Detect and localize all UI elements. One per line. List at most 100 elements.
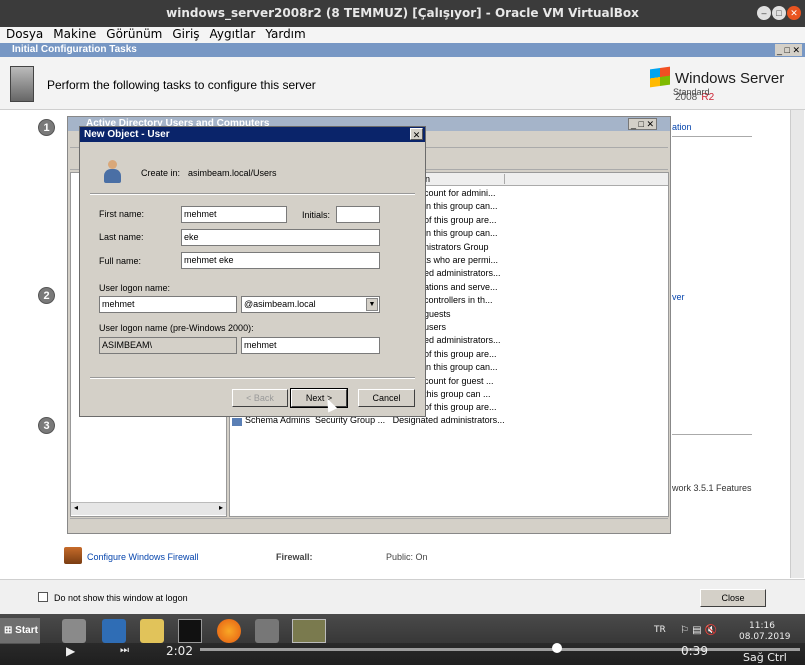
seek-handle[interactable] [552,643,562,653]
menu-yardim[interactable]: Yardım [265,27,305,41]
list-item[interactable]: ed administrators... [424,334,501,347]
server-manager-icon[interactable] [62,619,86,643]
hover-time: 0:39 [681,644,708,658]
list-item[interactable]: ed administrators... [424,267,501,280]
firewall-icon [64,547,82,564]
menu-aygitlar[interactable]: Aygıtlar [210,27,256,41]
last-name-label: Last name: [99,232,144,242]
ict-scrollbar[interactable] [790,110,804,578]
cancel-button[interactable]: Cancel [358,389,415,407]
list-item[interactable]: of this group are... [424,214,497,227]
list-item[interactable]: users [424,321,446,334]
dialog-title: New Object - User [84,129,170,140]
windows-flag-icon [650,66,670,88]
ict-title-bar: Initial Configuration Tasks [0,43,805,57]
pre2000-name-field[interactable]: mehmet [241,337,380,354]
start-label: Start [15,625,38,636]
server-icon[interactable] [255,619,279,643]
maximize-icon[interactable]: □ [772,6,786,20]
dont-show-checkbox[interactable] [38,592,48,602]
create-in-label: Create in: [141,168,181,178]
ict-heading: Perform the following tasks to configure… [47,78,316,92]
powershell-icon[interactable] [102,619,126,643]
logon-name-field[interactable]: mehmet [99,296,237,313]
windows-logo-icon: ⊞ [4,625,13,636]
user-icon [103,160,121,184]
dialog-title-bar: New Object - User [80,127,425,142]
ad-users-icon[interactable] [292,619,326,643]
list-item[interactable]: nistrators Group [424,241,489,254]
explorer-icon[interactable] [140,619,164,643]
host-key: Sağ Ctrl [743,651,787,664]
menu-gorunum[interactable]: Görünüm [106,27,162,41]
configure-firewall-link[interactable]: Configure Windows Firewall [87,552,199,562]
logo-edition: Standard [673,87,710,97]
first-name-field[interactable]: mehmet [181,206,287,223]
start-button[interactable]: ⊞ Start [0,618,40,644]
list-item[interactable]: in this group can... [424,227,498,240]
list-item[interactable]: count for admini... [424,187,496,200]
dialog-separator [90,193,415,195]
last-name-field[interactable]: eke [181,229,380,246]
minimize-icon[interactable]: – [757,6,771,20]
divider [672,434,752,435]
group-icon [232,418,242,426]
step-2-badge: 2 [38,287,55,304]
seek-bar[interactable] [200,648,800,651]
ad-window-controls[interactable]: _ □ ✕ [628,118,657,130]
play-icon[interactable]: ▶ [66,644,75,658]
initials-field[interactable] [336,206,380,223]
create-in-value: asimbeam.local/Users [188,168,277,178]
cmd-icon[interactable] [178,619,202,643]
step-3-badge: 3 [38,417,55,434]
list-item[interactable]: ts who are permi... [424,254,498,267]
close-icon[interactable]: ✕ [787,6,801,20]
server-tower-icon [10,66,34,102]
close-button[interactable]: Close [700,589,766,607]
list-item[interactable]: count for guest ... [424,375,494,388]
elapsed-time: 2:02 [166,644,193,658]
firewall-label: Firewall: [276,552,313,562]
vbox-title-bar: windows_server2008r2 (8 TEMMUZ) [Çalışıy… [0,0,805,27]
list-item[interactable]: controllers in th... [424,294,493,307]
right-link-2[interactable]: ver [672,292,685,302]
pre2000-label: User logon name (pre-Windows 2000): [99,323,254,333]
list-item[interactable]: guests [424,308,451,321]
skip-next-icon[interactable]: ⏭ [120,645,129,656]
right-link-1[interactable]: ation [672,122,692,132]
domain-select[interactable]: @asimbeam.local [241,296,380,313]
scroll-left-icon[interactable]: ◂ [74,503,78,512]
list-item[interactable]: ations and serve... [424,281,498,294]
vbox-title: windows_server2008r2 (8 TEMMUZ) [Çalışıy… [166,6,639,20]
language-indicator[interactable]: TR [654,625,666,635]
list-item[interactable]: in this group can... [424,200,498,213]
clock-date: 08.07.2019 [739,632,791,642]
tray-icons[interactable]: ⚐ ▤ 🔇 [680,625,717,636]
ict-title: Initial Configuration Tasks [12,44,137,55]
dropdown-arrow-icon[interactable]: ▼ [366,298,378,311]
full-name-label: Full name: [99,256,142,266]
menu-makine[interactable]: Makine [53,27,96,41]
list-header-description[interactable]: n [425,174,505,184]
firefox-icon[interactable] [217,619,241,643]
menu-dosya[interactable]: Dosya [6,27,43,41]
dialog-close-icon[interactable]: ✕ [410,128,423,140]
firewall-value: Public: On [386,552,428,562]
full-name-field[interactable]: mehmet eke [181,252,380,269]
domain-value: @asimbeam.local [244,299,316,309]
tree-hscrollbar[interactable]: ◂ ▸ [71,502,226,515]
scroll-right-icon[interactable]: ▸ [219,503,223,512]
initials-label: Initials: [302,210,331,220]
ict-window-controls[interactable]: _ □ ✕ [775,44,802,56]
back-button[interactable]: < Back [232,389,288,407]
clock-time: 11:16 [749,621,775,631]
next-button[interactable]: Next > [290,388,348,408]
menu-giris[interactable]: Giriş [172,27,199,41]
list-item[interactable]: this group can ... [424,388,491,401]
feature-text: work 3.5.1 Features [672,483,752,493]
list-item[interactable]: in this group can... [424,361,498,374]
vbox-menubar: Dosya Makine Görünüm Giriş Aygıtlar Yardım [0,27,805,43]
list-item[interactable]: of this group are... [424,348,497,361]
list-item[interactable]: of this group are... [424,401,497,414]
step-1-badge: 1 [38,119,55,136]
